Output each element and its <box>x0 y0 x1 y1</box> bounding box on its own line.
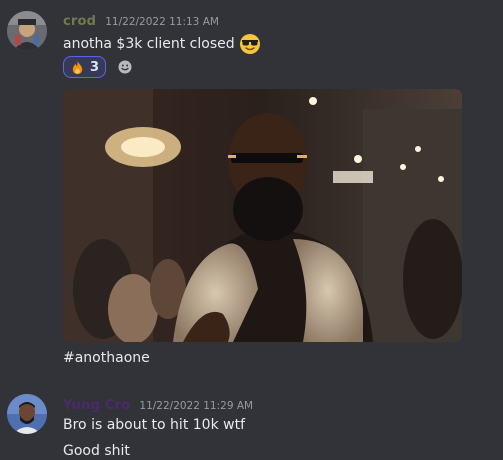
reaction-fire[interactable]: 3 <box>63 56 107 78</box>
chat-message-list: crod 11/22/2022 11:13 AM anotha $3k clie… <box>0 0 503 460</box>
fire-icon <box>72 60 83 74</box>
message-text: anotha $3k client closed <box>63 36 235 52</box>
message-text-row: anotha $3k client closed <box>63 33 261 55</box>
gif-image <box>63 89 462 342</box>
add-reaction-icon <box>118 60 132 74</box>
avatar[interactable] <box>7 394 47 434</box>
avatar-image <box>7 394 47 434</box>
timestamp: 11/22/2022 11:13 AM <box>105 16 219 28</box>
add-reaction-button[interactable] <box>114 56 136 78</box>
username[interactable]: Yung Cro <box>63 398 130 413</box>
gif-caption: #anothaone <box>63 350 150 366</box>
avatar[interactable] <box>7 11 47 51</box>
username[interactable]: crod <box>63 14 96 29</box>
message-text: Good shit <box>63 443 130 459</box>
gif-attachment[interactable] <box>63 89 462 342</box>
sunglasses-emoji-icon <box>239 34 260 54</box>
timestamp: 11/22/2022 11:29 AM <box>139 400 254 412</box>
message-text: Bro is about to hit 10k wtf <box>63 417 245 433</box>
message-header: Yung Cro 11/22/2022 11:29 AM <box>63 394 254 413</box>
message-header: crod 11/22/2022 11:13 AM <box>63 10 219 29</box>
avatar-image <box>7 11 47 51</box>
reactions-bar: 3 <box>63 56 136 78</box>
reaction-count: 3 <box>90 59 100 75</box>
